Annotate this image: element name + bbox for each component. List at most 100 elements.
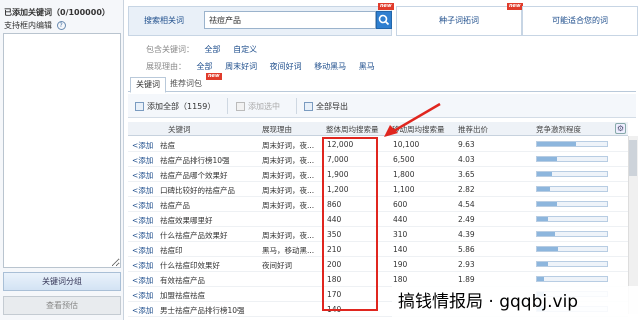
highlight-box — [322, 137, 378, 311]
scrollbar-thumb[interactable] — [629, 140, 637, 176]
competition-bar-fill — [537, 202, 557, 206]
add-keyword-link[interactable]: <添加 — [132, 215, 162, 226]
add-keyword-link[interactable]: <添加 — [132, 185, 162, 196]
reason-cell: 夜间好词 — [262, 261, 292, 270]
reason-option-mobile-darkhorse[interactable]: 移动黑马 — [314, 62, 346, 71]
reason-cell: 周末好词，夜... — [262, 231, 315, 240]
keyword-cell: 男士祛痘产品排行榜10强 — [160, 306, 245, 315]
keyword-search-input[interactable] — [204, 11, 376, 29]
competition-bar — [536, 261, 608, 267]
keyword-cell: 口碑比较好的祛痘产品 — [160, 186, 235, 195]
keyword-cell: 什么祛痘产品效果好 — [160, 231, 228, 240]
add-keyword-link[interactable]: <添加 — [132, 275, 162, 286]
mobile-volume-cell: 190 — [393, 260, 408, 269]
header-bid[interactable]: 推荐出价 — [458, 124, 488, 135]
competition-bar — [536, 156, 608, 162]
keyword-cell: 有效祛痘产品 — [160, 276, 205, 285]
mobile-volume-cell: 6,500 — [393, 155, 415, 164]
add-keyword-link[interactable]: <添加 — [132, 305, 162, 316]
gear-icon[interactable]: ⚙ — [615, 123, 626, 134]
keyword-cell: 什么祛痘印效果好 — [160, 261, 220, 270]
competition-bar — [536, 246, 608, 252]
keyword-cell: 祛痘产品哪个效果好 — [160, 171, 228, 180]
reason-option-darkhorse[interactable]: 黑马 — [359, 62, 375, 71]
mobile-volume-cell: 310 — [393, 230, 408, 239]
add-keyword-link[interactable]: <添加 — [132, 140, 162, 151]
add-keyword-link[interactable]: <添加 — [132, 200, 162, 211]
include-all-option[interactable]: 全部 — [205, 45, 221, 54]
bid-cell: 5.86 — [458, 245, 475, 254]
mobile-volume-cell: 10,100 — [393, 140, 420, 149]
added-keywords-textarea[interactable] — [3, 33, 121, 268]
export-all-label: 全部导出 — [316, 102, 348, 111]
inline-edit-hint: 支持框内编辑 ? — [4, 20, 66, 31]
tab-recommend-pack[interactable]: 推荐词包 — [170, 78, 202, 89]
competition-bar-fill — [537, 217, 548, 221]
reason-filter-label: 展现理由： — [146, 62, 186, 71]
add-keyword-link[interactable]: <添加 — [132, 155, 162, 166]
reason-cell: 周末好词，夜... — [262, 171, 315, 180]
competition-bar — [536, 141, 608, 147]
header-competition[interactable]: 竞争激烈程度 — [536, 124, 581, 135]
search-related-label: 搜索相关词 — [144, 16, 184, 25]
add-selected-label: 添加选中 — [248, 102, 280, 111]
reason-cell: 周末好词，夜... — [262, 186, 315, 195]
help-icon[interactable]: ? — [56, 21, 66, 30]
keyword-cell: 祛痘 — [160, 141, 175, 150]
bid-cell: 2.93 — [458, 260, 475, 269]
competition-bar-fill — [537, 187, 550, 191]
competition-bar — [536, 201, 608, 207]
add-keyword-link[interactable]: <添加 — [132, 260, 162, 271]
include-filter-label: 包含关键词： — [146, 45, 194, 54]
keyword-cell: 祛痘产品排行榜10强 — [160, 156, 230, 165]
new-badge: new — [206, 73, 222, 80]
toolbar-divider — [296, 98, 297, 114]
reason-option-all[interactable]: 全部 — [197, 62, 213, 71]
reason-filter: 展现理由： 全部 周末好词 夜间好词 移动黑马 黑马 — [146, 61, 385, 72]
search-icon — [378, 14, 390, 26]
export-icon — [304, 102, 313, 111]
bid-cell: 4.03 — [458, 155, 475, 164]
tab-suitable-words[interactable]: 可能适合您的词 — [522, 6, 638, 36]
search-button[interactable] — [376, 11, 392, 29]
competition-bar-fill — [537, 262, 548, 266]
tab-keywords[interactable]: 关键词 — [130, 77, 166, 93]
competition-bar-fill — [537, 247, 558, 251]
competition-bar — [536, 231, 608, 237]
reason-option-night[interactable]: 夜间好词 — [270, 62, 302, 71]
view-estimate-button[interactable]: 查看预估 — [3, 296, 121, 315]
tab-seed-expansion[interactable]: 种子词拓词 — [396, 6, 522, 36]
add-keyword-link[interactable]: <添加 — [132, 290, 162, 301]
subtab-bar — [128, 76, 636, 92]
keyword-group-button[interactable]: 关键词分组 — [3, 272, 121, 291]
competition-bar — [536, 276, 608, 282]
header-total-weekly[interactable]: 整体周均搜索量 — [326, 124, 379, 135]
competition-bar-fill — [537, 157, 557, 161]
add-selected-icon — [236, 102, 245, 111]
mobile-volume-cell: 140 — [393, 245, 408, 254]
annotation-arrow-icon — [384, 102, 441, 137]
bid-cell: 1.89 — [458, 275, 475, 284]
include-keyword-filter: 包含关键词： 全部 自定义 — [146, 44, 267, 55]
bid-cell: 4.39 — [458, 230, 475, 239]
reason-cell: 周末好词，夜... — [262, 141, 315, 150]
watermark: 搞钱情报局 · gqqbj.vip — [392, 286, 640, 320]
add-keyword-link[interactable]: <添加 — [132, 170, 162, 181]
add-selected-button[interactable]: 添加选中 — [236, 101, 280, 112]
add-keyword-link[interactable]: <添加 — [132, 230, 162, 241]
mobile-volume-cell: 180 — [393, 275, 408, 284]
header-keyword[interactable]: 关键词 — [168, 124, 191, 135]
competition-bar — [536, 171, 608, 177]
include-custom-option[interactable]: 自定义 — [233, 45, 257, 54]
reason-option-weekend[interactable]: 周末好词 — [225, 62, 257, 71]
bid-cell: 9.63 — [458, 140, 475, 149]
header-reason[interactable]: 展现理由 — [262, 124, 292, 135]
mobile-volume-cell: 1,100 — [393, 185, 415, 194]
export-all-button[interactable]: 全部导出 — [304, 101, 348, 112]
competition-bar-fill — [537, 142, 576, 146]
new-badge: new — [507, 3, 523, 10]
add-all-button[interactable]: 添加全部（1159） — [135, 101, 215, 112]
add-keyword-link[interactable]: <添加 — [132, 245, 162, 256]
keyword-cell: 祛痘产品 — [160, 201, 190, 210]
bid-cell: 3.65 — [458, 170, 475, 179]
